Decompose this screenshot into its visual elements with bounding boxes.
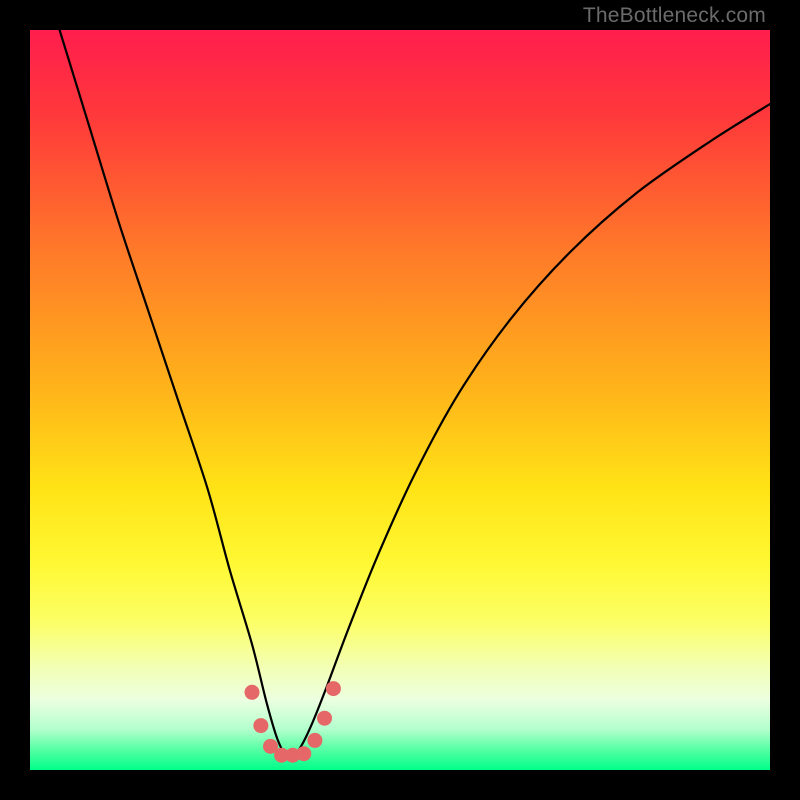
plot-area xyxy=(30,30,770,770)
valley-markers xyxy=(245,681,341,763)
curve-layer xyxy=(30,30,770,770)
valley-marker xyxy=(296,746,311,761)
valley-marker xyxy=(317,711,332,726)
frame-border-right xyxy=(770,0,800,800)
valley-marker xyxy=(245,685,260,700)
frame-border-bottom xyxy=(0,770,800,800)
watermark-text: TheBottleneck.com xyxy=(583,4,766,28)
frame-border-left xyxy=(0,0,30,800)
valley-marker xyxy=(326,681,341,696)
bottleneck-curve xyxy=(60,30,770,759)
valley-marker xyxy=(253,718,268,733)
valley-marker xyxy=(307,733,322,748)
